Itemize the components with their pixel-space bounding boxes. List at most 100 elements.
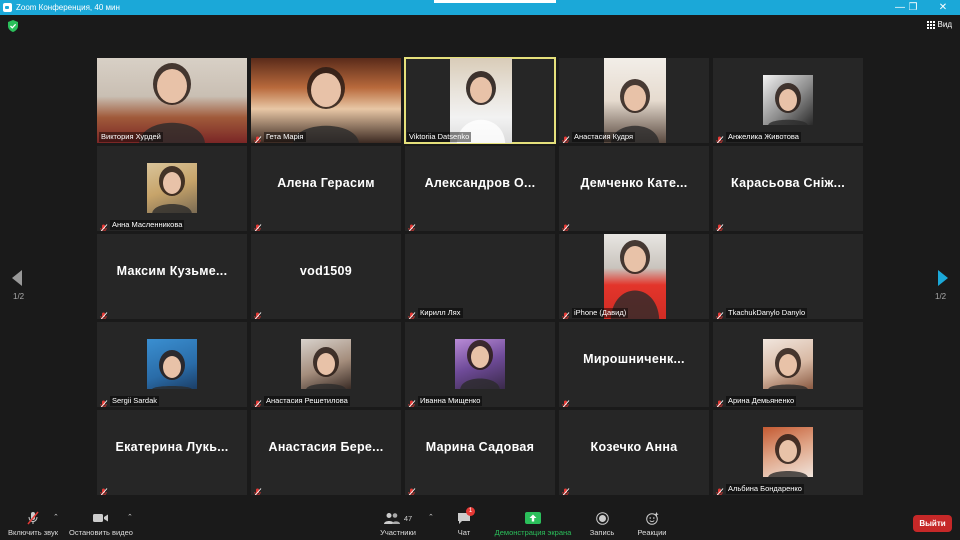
participant-caption <box>99 483 108 495</box>
participant-name: Гета Марія <box>264 131 306 142</box>
stop-video-button[interactable]: Остановить видео <box>68 511 134 537</box>
participant-name: Анжелика Животова <box>726 131 801 142</box>
microphone-muted-icon <box>253 308 262 319</box>
chat-unread-badge: 1 <box>466 507 475 516</box>
participant-name: Анастасия Решетилова <box>264 395 350 406</box>
participant-tile[interactable]: iPhone (Давид) <box>559 234 709 319</box>
participant-photo <box>301 339 351 389</box>
microphone-muted-icon <box>99 308 108 319</box>
participant-caption: Альбина Бондаренко <box>715 483 804 495</box>
participant-tile[interactable]: Екатерина Лукь... <box>97 410 247 495</box>
microphone-muted-icon <box>407 484 416 495</box>
participant-tile[interactable]: Кирилл Лях <box>405 234 555 319</box>
video-camera-icon <box>93 514 108 522</box>
participant-tile[interactable]: Анастасия Бере... <box>251 410 401 495</box>
participant-tile[interactable]: Козечко Анна <box>559 410 709 495</box>
participant-tile[interactable]: Анна Масленникова <box>97 146 247 231</box>
page-indicator-right: 1/2 <box>935 292 947 301</box>
microphone-muted-icon <box>715 308 724 319</box>
participant-caption: Арина Демьяненко <box>715 395 797 407</box>
participants-options-chevron-icon[interactable]: ⌃ <box>428 513 434 521</box>
participant-caption <box>407 219 416 231</box>
microphone-muted-icon <box>253 132 262 143</box>
participant-caption: Анжелика Животова <box>715 131 801 143</box>
record-label: Запись <box>589 528 615 537</box>
participant-photo <box>763 75 813 125</box>
share-screen-button[interactable]: Демонстрация экрана <box>491 511 575 537</box>
close-button[interactable]: ✕ <box>928 0 958 15</box>
participant-caption <box>407 483 416 495</box>
participant-tile[interactable]: Sergii Sardak <box>97 322 247 407</box>
video-options-chevron-icon[interactable]: ⌃ <box>127 513 133 521</box>
chat-button[interactable]: 1 Чат <box>452 507 476 537</box>
participant-tile[interactable]: Виктория Хурдей <box>97 58 247 143</box>
audio-options-chevron-icon[interactable]: ⌃ <box>53 513 59 521</box>
participant-name: Анастасия Кудря <box>572 131 636 142</box>
participant-caption <box>561 395 570 407</box>
participant-display-name: Карасьова Сніж... <box>731 176 845 190</box>
record-button[interactable]: Запись <box>587 511 617 537</box>
next-page-arrow-icon[interactable] <box>936 268 950 288</box>
participant-name: Арина Демьяненко <box>726 395 797 406</box>
share-screen-label: Демонстрация экрана <box>494 528 572 537</box>
microphone-muted-icon <box>715 396 724 407</box>
drag-handle[interactable] <box>434 0 556 3</box>
participant-tile[interactable]: Арина Демьяненко <box>713 322 863 407</box>
zoom-app-icon <box>3 3 12 12</box>
participant-tile[interactable]: vod1509 <box>251 234 401 319</box>
chat-label: Чат <box>457 528 471 537</box>
meeting-toolbar: Включить звук ⌃ Остановить видео ⌃ 47 Уч… <box>0 505 960 540</box>
participant-photo <box>763 427 813 477</box>
participant-display-name: vod1509 <box>299 264 353 278</box>
microphone-muted-icon <box>715 484 724 495</box>
view-label: Вид <box>937 20 952 29</box>
participants-button[interactable]: 47 Участники <box>376 511 420 537</box>
participant-tile[interactable]: Марина Садовая <box>405 410 555 495</box>
unmute-label: Включить звук <box>7 528 59 537</box>
participant-caption <box>715 219 724 231</box>
participant-tile[interactable]: Александров О... <box>405 146 555 231</box>
participant-tile[interactable]: Альбина Бондаренко <box>713 410 863 495</box>
meeting-topbar: Вид <box>0 15 960 40</box>
participant-caption <box>561 483 570 495</box>
unmute-button[interactable]: Включить звук <box>6 511 60 537</box>
participant-caption: Кирилл Лях <box>407 307 463 319</box>
participant-tile[interactable]: Гета Марія <box>251 58 401 143</box>
participant-tile[interactable]: Viktoriia Datsenko <box>404 57 556 144</box>
participants-label: Участники <box>380 528 416 537</box>
reactions-button[interactable]: Реакции <box>634 511 670 537</box>
participant-tile[interactable]: Максим Кузьме... <box>97 234 247 319</box>
leave-meeting-button[interactable]: Выйти <box>913 515 952 532</box>
participant-tile[interactable]: Алена Герасим <box>251 146 401 231</box>
microphone-muted-icon <box>561 396 570 407</box>
participant-name: Sergii Sardak <box>110 395 160 406</box>
participant-tile[interactable]: Анастасия Решетилова <box>251 322 401 407</box>
microphone-muted-icon <box>253 396 262 407</box>
participant-name: Viktoriia Datsenko <box>407 131 472 142</box>
participant-name: iPhone (Давид) <box>572 307 629 318</box>
participant-name: Иванна Мищенко <box>418 395 483 406</box>
participant-caption <box>561 219 570 231</box>
participant-photo <box>147 339 197 389</box>
participant-caption <box>99 307 108 319</box>
participant-tile[interactable]: Анастасия Кудря <box>559 58 709 143</box>
participant-tile[interactable]: Мирошниченк... <box>559 322 709 407</box>
participant-tile[interactable]: Анжелика Животова <box>713 58 863 143</box>
participant-tile[interactable]: Иванна Мищенко <box>405 322 555 407</box>
participant-display-name: Екатерина Лукь... <box>115 440 229 454</box>
smiley-add-icon <box>645 512 658 525</box>
participant-caption: Анастасия Решетилова <box>253 395 350 407</box>
microphone-muted-icon <box>99 396 108 407</box>
view-button[interactable]: Вид <box>926 20 952 29</box>
window-titlebar: Zoom Конференция, 40 мин — ❐ ✕ <box>0 0 960 15</box>
shield-check-icon[interactable] <box>8 20 18 32</box>
participant-tile[interactable]: Карасьова Сніж... <box>713 146 863 231</box>
participants-icon <box>383 513 400 524</box>
previous-page-arrow-icon[interactable] <box>10 268 24 288</box>
microphone-muted-icon <box>715 132 724 143</box>
maximize-button[interactable]: ❐ <box>898 0 928 15</box>
participant-caption: TkachukDanylo Danylo <box>715 307 808 319</box>
participant-tile[interactable]: TkachukDanylo Danylo <box>713 234 863 319</box>
share-screen-icon <box>525 512 541 524</box>
participant-tile[interactable]: Демченко Кате... <box>559 146 709 231</box>
